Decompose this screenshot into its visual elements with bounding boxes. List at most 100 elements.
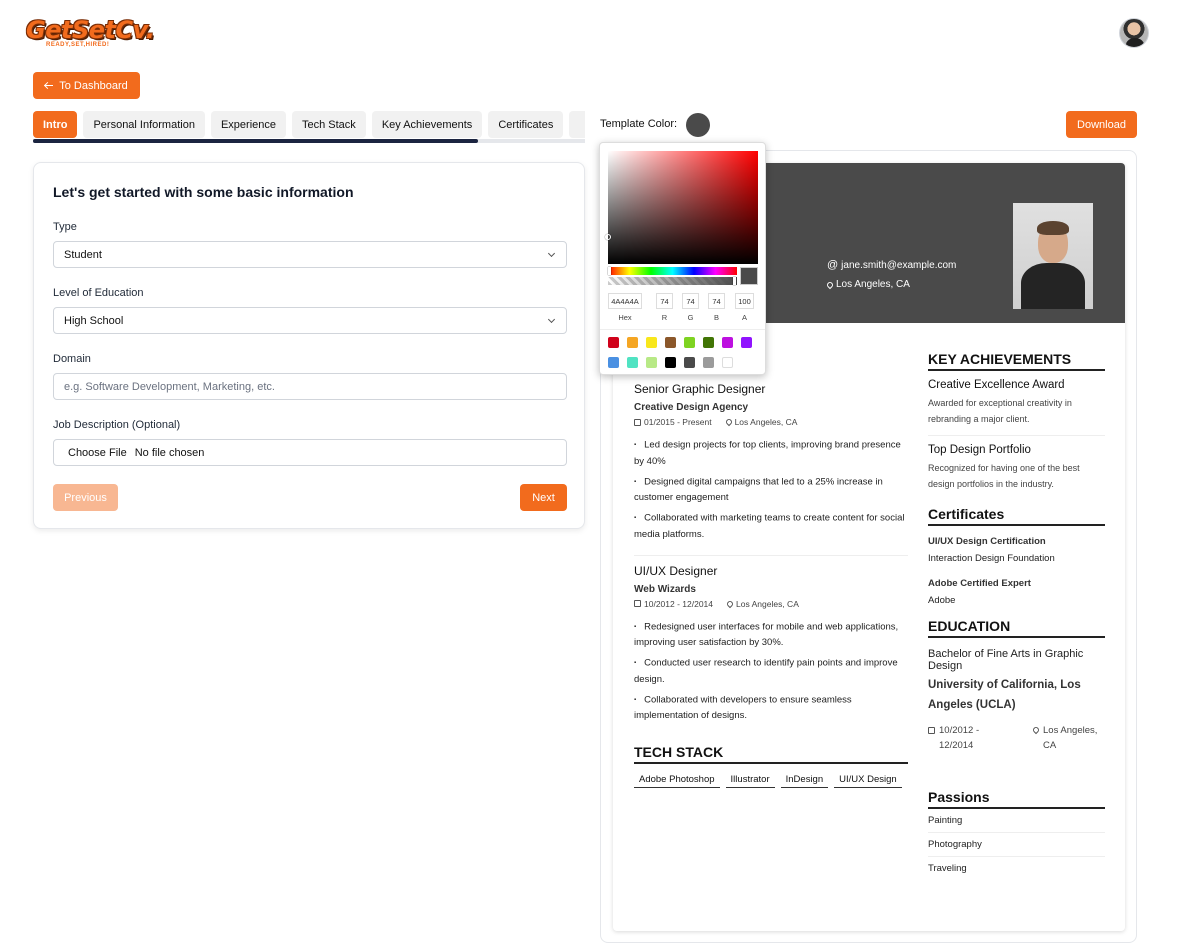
g-label: G [687, 313, 694, 322]
job-title: UI/UX Designer [634, 563, 718, 578]
tab-certificates[interactable]: Certificates [488, 111, 564, 138]
education-select[interactable]: High School [53, 307, 567, 334]
tab-experience[interactable]: Experience [210, 111, 286, 138]
experience-item: UI/UX Designer Web Wizards 10/2012 - 12/… [634, 564, 908, 737]
job-bullets: Led design projects for top clients, imp… [634, 437, 908, 543]
preset-color-swatch[interactable] [722, 337, 733, 348]
preset-color-swatch[interactable] [608, 357, 619, 368]
previous-button[interactable]: Previous [53, 484, 118, 511]
template-color-label: Template Color: [600, 118, 678, 130]
education-value: High School [64, 314, 124, 327]
preset-color-swatch[interactable] [627, 357, 638, 368]
choose-file-button[interactable]: Choose File [68, 447, 127, 459]
certificate-org: Interaction Design Foundation [928, 553, 1055, 564]
preset-color-swatch[interactable] [665, 357, 676, 368]
education-degree: Bachelor of Fine Arts in Graphic Design [928, 648, 1084, 672]
job-bullet: Designed digital campaigns that led to a… [634, 474, 908, 507]
arrow-left-icon [45, 82, 54, 90]
achievement-item: Creative Excellence Award Awarded for ex… [928, 371, 1105, 436]
calendar-icon [928, 727, 935, 734]
b-label: B [713, 313, 719, 322]
achievement-desc: Awarded for exceptional creativity in re… [928, 398, 1072, 424]
education-location-text: Los Angeles, CA [1043, 725, 1098, 751]
job-bullet: Redesigned user interfaces for mobile an… [634, 619, 908, 652]
resume-right-column: KEY ACHIEVEMENTS Creative Excellence Awa… [928, 351, 1105, 880]
hue-handle[interactable] [608, 267, 611, 275]
location-pin-icon [825, 280, 835, 289]
job-bullet: Led design projects for top clients, imp… [634, 437, 908, 470]
preset-color-swatch[interactable] [684, 337, 695, 348]
job-location: Los Angeles, CA [724, 417, 797, 427]
education-school: University of California, Los Angeles (U… [928, 679, 1081, 711]
passion-item: Photography [928, 833, 1105, 857]
job-company: Web Wizards [634, 583, 696, 595]
education-dates-text: 10/2012 - 12/2014 [939, 725, 980, 751]
preset-color-swatch[interactable] [684, 357, 695, 368]
logo[interactable]: GetSetCv. READY,SET,HIRED! [26, 16, 156, 52]
to-dashboard-button[interactable]: To Dashboard [33, 72, 140, 99]
download-button[interactable]: Download [1066, 111, 1137, 138]
job-bullet: Collaborated with developers to ensure s… [634, 692, 908, 725]
experience-item: Senior Graphic Designer Creative Design … [634, 382, 908, 556]
job-location: Los Angeles, CA [725, 598, 799, 609]
calendar-icon [634, 418, 641, 426]
chevron-down-icon [547, 249, 556, 258]
intro-form: Let's get started with some basic inform… [33, 162, 585, 529]
job-company: Creative Design Agency [634, 402, 749, 413]
resume-email: @ jane.smith@example.com [827, 259, 956, 271]
alpha-slider[interactable] [608, 277, 737, 285]
b-input[interactable]: 74 [708, 293, 725, 309]
tech-tag: Illustrator [725, 772, 775, 789]
hex-input[interactable]: 4A4A4A [608, 293, 642, 309]
preset-color-swatch[interactable] [608, 337, 619, 348]
job-meta: 10/2012 - 12/2014 Los Angeles, CA [634, 599, 908, 609]
next-button[interactable]: Next [520, 484, 567, 511]
hue-slider[interactable] [608, 267, 737, 275]
tab-tech-stack[interactable]: Tech Stack [292, 111, 366, 138]
job-dates-text: 01/2015 - Present [644, 417, 712, 427]
job-bullet: Collaborated with marketing teams to cre… [634, 510, 908, 543]
tab-key-achievements[interactable]: Key Achievements [371, 111, 483, 138]
preset-color-swatch[interactable] [703, 357, 714, 368]
type-select[interactable]: Student [53, 241, 567, 268]
g-input[interactable]: 74 [682, 293, 699, 309]
preset-color-swatch[interactable] [722, 357, 733, 368]
achievement-title: Top Design Portfolio [928, 444, 1031, 456]
passions-heading: Passions [928, 789, 1105, 809]
preset-color-swatch[interactable] [646, 357, 657, 368]
preset-color-swatch[interactable] [665, 337, 676, 348]
saturation-area[interactable] [605, 151, 758, 264]
job-description-file-input[interactable]: Choose File No file chosen [53, 439, 567, 466]
avatar[interactable] [1119, 18, 1149, 48]
r-input[interactable]: 74 [656, 293, 673, 309]
tech-tag: Adobe Photoshop [634, 772, 720, 789]
preset-color-swatch[interactable] [703, 337, 714, 348]
tab-more[interactable] [569, 111, 585, 138]
color-picker-popup: 4A4A4A 74 74 74 100 Hex R G B A [599, 142, 766, 375]
calendar-icon [634, 600, 641, 608]
alpha-handle[interactable] [733, 277, 736, 285]
preset-color-swatch[interactable] [627, 337, 638, 348]
job-dates: 01/2015 - Present [634, 417, 712, 427]
tab-intro[interactable]: Intro [33, 111, 78, 138]
no-file-text: No file chosen [134, 446, 205, 459]
passion-item: Traveling [928, 863, 967, 874]
saturation-handle[interactable] [605, 234, 611, 240]
photo-body [1021, 263, 1085, 309]
education-label: Level of Education [53, 287, 144, 299]
tab-personal-information[interactable]: Personal Information [83, 111, 205, 138]
preset-color-swatch[interactable] [646, 337, 657, 348]
template-color-swatch[interactable] [686, 113, 710, 137]
progress-fill [33, 139, 478, 143]
domain-input[interactable]: e.g. Software Development, Marketing, et… [53, 373, 567, 400]
job-location-text: Los Angeles, CA [736, 598, 799, 609]
location-pin-icon [1031, 725, 1041, 735]
job-bullet: Conducted user research to identify pain… [634, 655, 908, 688]
logo-tagline: READY,SET,HIRED! [46, 42, 110, 48]
education-meta: 10/2012 - 12/2014 Los Angeles, CA [928, 723, 1105, 753]
at-icon: @ [827, 259, 839, 271]
tech-tag: InDesign [780, 772, 829, 789]
preset-color-swatch[interactable] [741, 337, 752, 348]
a-input[interactable]: 100 [735, 293, 754, 309]
resume-location: Los Angeles, CA [825, 279, 910, 290]
